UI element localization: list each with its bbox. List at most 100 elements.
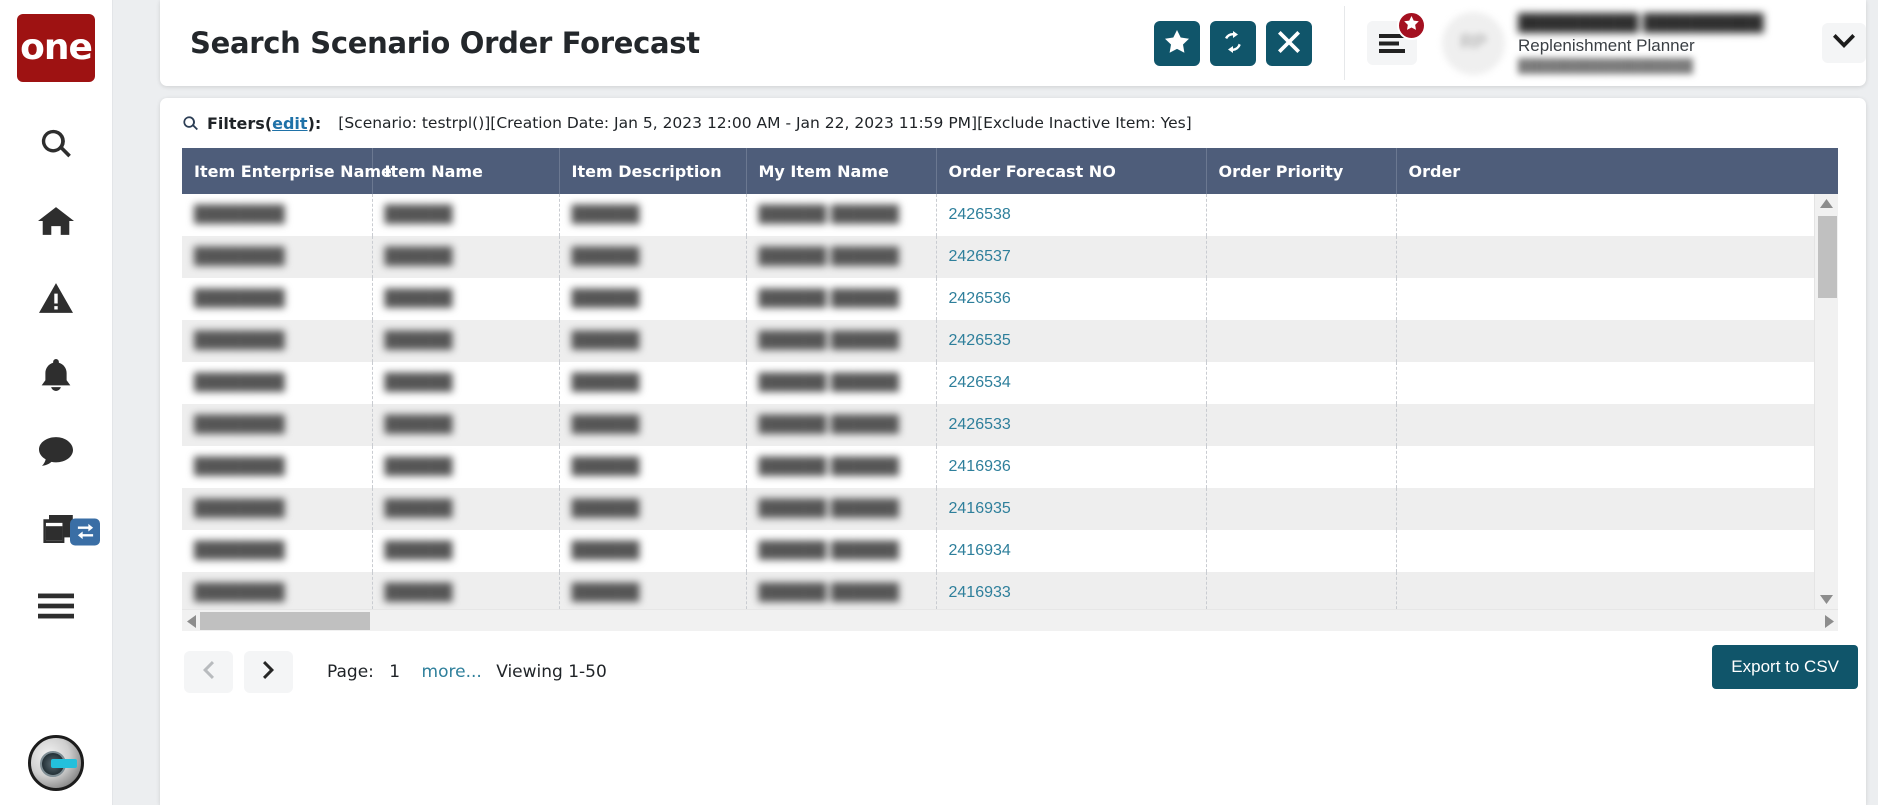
filters-value: [Scenario: testrpl()][Creation Date: Jan… bbox=[338, 114, 1192, 132]
rail-item-search[interactable] bbox=[0, 108, 112, 185]
column-header-item-enterprise-name[interactable]: Item Enterprise Name bbox=[182, 148, 392, 194]
order-forecast-link[interactable]: 2416935 bbox=[949, 500, 1011, 517]
redacted-value: ██████ ██████ bbox=[758, 542, 899, 559]
order-forecast-link[interactable]: 2416934 bbox=[949, 542, 1011, 559]
scroll-up-arrow-icon[interactable] bbox=[1815, 194, 1838, 213]
rail-item-menu[interactable] bbox=[0, 570, 112, 647]
brand-logo[interactable]: one bbox=[17, 14, 95, 82]
cell-order-forecast-no[interactable]: 2426533 bbox=[936, 404, 1207, 446]
cell-order bbox=[1396, 236, 1838, 278]
redacted-value: ██████ bbox=[384, 416, 453, 433]
horizontal-scrollbar[interactable] bbox=[182, 609, 1838, 631]
refresh-button[interactable] bbox=[1210, 20, 1256, 66]
scroll-left-arrow-icon[interactable] bbox=[182, 610, 200, 632]
redacted-value: ██████ ██████ bbox=[758, 332, 899, 349]
column-header-my-item-name[interactable]: My Item Name bbox=[746, 148, 937, 194]
export-to-csv-button[interactable]: Export to CSV bbox=[1712, 645, 1858, 689]
rail-item-notifications[interactable] bbox=[0, 339, 112, 416]
redacted-value: ██████ bbox=[571, 542, 640, 559]
order-forecast-link[interactable]: 2426533 bbox=[949, 416, 1011, 433]
cell-my-item-name: ██████ ██████ bbox=[746, 320, 937, 362]
previous-page-button[interactable] bbox=[184, 651, 233, 693]
table-row[interactable]: ████████ ██████ ██████ ██████ ██████ 2416935 bbox=[182, 488, 1838, 530]
cell-item-enterprise-name: ████████ bbox=[182, 488, 373, 530]
vertical-scroll-thumb[interactable] bbox=[1818, 216, 1837, 298]
cell-order-forecast-no[interactable]: 2416936 bbox=[936, 446, 1207, 488]
user-menu-toggle[interactable] bbox=[1822, 23, 1866, 63]
cell-my-item-name: ██████ ██████ bbox=[746, 362, 937, 404]
cell-item-description: ██████ bbox=[559, 488, 747, 530]
rail-item-home[interactable] bbox=[0, 185, 112, 262]
order-forecast-link[interactable]: 2426534 bbox=[949, 374, 1011, 391]
notification-icon bbox=[40, 358, 72, 397]
redacted-value: ██████ bbox=[571, 290, 640, 307]
redacted-value: ██████ bbox=[384, 500, 453, 517]
more-pages-link[interactable]: more... bbox=[422, 662, 482, 682]
search-icon bbox=[182, 115, 199, 132]
table-row[interactable]: ████████ ██████ ██████ ██████ ██████ 2426534 bbox=[182, 362, 1838, 404]
redacted-value: ████████ bbox=[194, 584, 285, 601]
cell-order-priority bbox=[1206, 278, 1397, 320]
rail-item-alerts[interactable] bbox=[0, 262, 112, 339]
exchange-icon[interactable] bbox=[70, 518, 100, 545]
scroll-right-arrow-icon[interactable] bbox=[1820, 610, 1838, 632]
cell-order-priority bbox=[1206, 320, 1397, 362]
header-menu-button[interactable] bbox=[1367, 11, 1426, 65]
scroll-down-arrow-icon[interactable] bbox=[1815, 590, 1838, 609]
app-root: one Search Scenario Order Forecast RP ██… bbox=[0, 0, 1878, 805]
order-forecast-link[interactable]: 2426537 bbox=[949, 248, 1011, 265]
redacted-value: ██████ bbox=[384, 332, 453, 349]
column-header-order-forecast-no[interactable]: Order Forecast NO bbox=[936, 148, 1207, 194]
redacted-value: ██████ ██████ bbox=[758, 458, 899, 475]
cell-item-name: ██████ bbox=[372, 488, 560, 530]
cell-order-forecast-no[interactable]: 2426534 bbox=[936, 362, 1207, 404]
filters-edit-link[interactable]: edit bbox=[272, 114, 307, 133]
table-row[interactable]: ████████ ██████ ██████ ██████ ██████ 2416936 bbox=[182, 446, 1838, 488]
favorite-button[interactable] bbox=[1154, 20, 1200, 66]
cell-order-priority bbox=[1206, 236, 1397, 278]
order-forecast-link[interactable]: 2426536 bbox=[949, 290, 1011, 307]
vertical-scrollbar[interactable] bbox=[1814, 194, 1838, 609]
cell-my-item-name: ██████ ██████ bbox=[746, 446, 937, 488]
avatar[interactable]: RP bbox=[1442, 11, 1505, 75]
rail-item-messages[interactable] bbox=[0, 416, 112, 493]
cell-item-description: ██████ bbox=[559, 236, 747, 278]
column-header-item-description[interactable]: Item Description bbox=[559, 148, 747, 194]
cell-order-forecast-no[interactable]: 2416935 bbox=[936, 488, 1207, 530]
cell-order-forecast-no[interactable]: 2426536 bbox=[936, 278, 1207, 320]
cell-order-forecast-no[interactable]: 2416933 bbox=[936, 572, 1207, 609]
horizontal-scroll-thumb[interactable] bbox=[200, 612, 370, 630]
column-header-order[interactable]: Order bbox=[1396, 148, 1838, 194]
column-header-order-priority[interactable]: Order Priority bbox=[1206, 148, 1397, 194]
order-forecast-link[interactable]: 2416933 bbox=[949, 584, 1011, 601]
cell-item-enterprise-name: ████████ bbox=[182, 320, 373, 362]
redacted-value: ██████ bbox=[571, 206, 640, 223]
redacted-value: ██████ ██████ bbox=[758, 290, 899, 307]
rail-item-workspaces[interactable] bbox=[0, 493, 112, 570]
order-forecast-link[interactable]: 2416936 bbox=[949, 458, 1011, 475]
order-forecast-link[interactable]: 2426535 bbox=[949, 332, 1011, 349]
table-row[interactable]: ████████ ██████ ██████ ██████ ██████ 2426537 bbox=[182, 236, 1838, 278]
table-row[interactable]: ████████ ██████ ██████ ██████ ██████ 2416933 bbox=[182, 572, 1838, 609]
rail-assistant[interactable] bbox=[28, 735, 84, 791]
table-row[interactable]: ████████ ██████ ██████ ██████ ██████ 2426536 bbox=[182, 278, 1838, 320]
cell-order bbox=[1396, 278, 1838, 320]
cell-order-forecast-no[interactable]: 2426538 bbox=[936, 194, 1207, 236]
chat-icon bbox=[39, 437, 73, 472]
order-forecast-link[interactable]: 2426538 bbox=[949, 206, 1011, 223]
next-page-button[interactable] bbox=[244, 651, 293, 693]
cell-order-forecast-no[interactable]: 2426537 bbox=[936, 236, 1207, 278]
cell-item-description: ██████ bbox=[559, 320, 747, 362]
cell-item-name: ██████ bbox=[372, 446, 560, 488]
table-row[interactable]: ████████ ██████ ██████ ██████ ██████ 2426533 bbox=[182, 404, 1838, 446]
close-button[interactable] bbox=[1266, 20, 1312, 66]
cell-my-item-name: ██████ ██████ bbox=[746, 488, 937, 530]
table-row[interactable]: ████████ ██████ ██████ ██████ ██████ 2416934 bbox=[182, 530, 1838, 572]
table-row[interactable]: ████████ ██████ ██████ ██████ ██████ 2426538 bbox=[182, 194, 1838, 236]
cell-order-forecast-no[interactable]: 2426535 bbox=[936, 320, 1207, 362]
column-header-item-name[interactable]: Item Name bbox=[372, 148, 560, 194]
cell-order bbox=[1396, 530, 1838, 572]
table-row[interactable]: ████████ ██████ ██████ ██████ ██████ 2426535 bbox=[182, 320, 1838, 362]
cell-item-description: ██████ bbox=[559, 530, 747, 572]
cell-order-forecast-no[interactable]: 2416934 bbox=[936, 530, 1207, 572]
